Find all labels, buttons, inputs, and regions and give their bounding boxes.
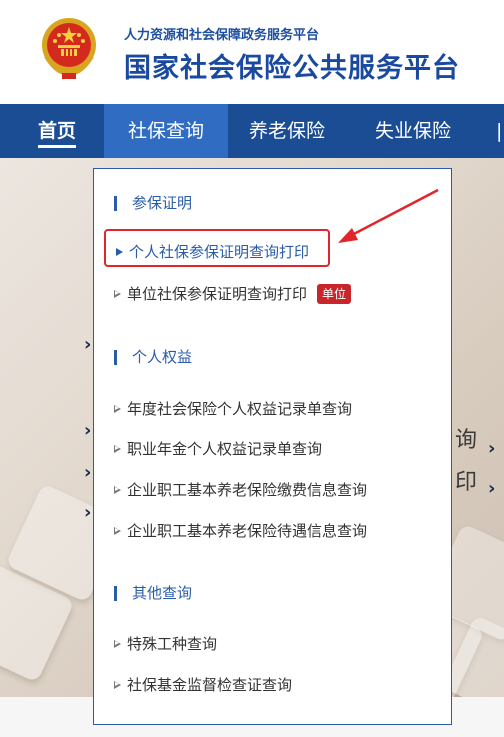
employer-badge: 单位 [317, 283, 352, 304]
main-nav: 首页 社保查询 养老保险 失业保险 | [0, 104, 504, 158]
banner-chevron-icon: › [84, 334, 92, 355]
section-title: 参保证明 [132, 194, 193, 212]
triangle-right-outline-icon [114, 526, 121, 535]
triangle-right-outline-icon [114, 485, 121, 494]
menu-item-fund-supervision-certificate[interactable]: 社保基金监督检查证查询 [114, 674, 292, 696]
section-marker [114, 350, 117, 365]
menu-item-label: 职业年金个人权益记录单查询 [127, 440, 323, 458]
social-security-query-dropdown: 参保证明 个人社保参保证明查询打印 单位社保参保证明查询打印 单位 个人权益 年度… [93, 168, 452, 725]
menu-item-annual-rights-record[interactable]: 年度社会保险个人权益记录单查询 [114, 398, 352, 420]
menu-item-label: 年度社会保险个人权益记录单查询 [127, 400, 353, 418]
menu-item-label: 个人社保参保证明查询打印 [129, 243, 310, 261]
nav-more-indicator[interactable]: | [496, 104, 502, 158]
banner-chevron-icon: › [84, 462, 92, 483]
menu-item-occupational-annuity-record[interactable]: 职业年金个人权益记录单查询 [114, 438, 322, 460]
national-emblem-icon [42, 18, 96, 79]
section-marker [114, 196, 117, 211]
section-title: 个人权益 [132, 348, 193, 366]
triangle-right-outline-icon [114, 680, 121, 689]
banner-chevron-icon: › [84, 502, 92, 523]
nav-home-underline [38, 145, 77, 148]
nav-home[interactable]: 首页 [38, 104, 77, 158]
banner-chevron-icon: › [488, 478, 496, 499]
nav-unemployment-insurance[interactable]: 失业保险 [375, 104, 451, 158]
triangle-right-outline-icon [114, 404, 121, 413]
menu-item-special-job-type[interactable]: 特殊工种查询 [114, 633, 217, 655]
banner-chevron-icon: › [84, 420, 92, 441]
menu-item-personal-certificate-print[interactable]: 个人社保参保证明查询打印 [116, 241, 309, 263]
banner-chevron-icon: › [488, 438, 496, 459]
menu-item-employer-certificate-print[interactable]: 单位社保参保证明查询打印 单位 [114, 283, 352, 305]
banner-text-fragment: 询 [455, 428, 478, 453]
menu-item-label: 企业职工基本养老保险缴费信息查询 [127, 481, 368, 499]
nav-home-label: 首页 [38, 120, 77, 142]
menu-item-pension-benefit-info[interactable]: 企业职工基本养老保险待遇信息查询 [114, 520, 367, 542]
site-subtitle: 人力资源和社会保障政务服务平台 [124, 28, 320, 43]
menu-item-label: 特殊工种查询 [127, 635, 218, 653]
section-title: 其他查询 [132, 584, 193, 602]
nav-pension-insurance[interactable]: 养老保险 [249, 104, 325, 158]
menu-item-label: 企业职工基本养老保险待遇信息查询 [127, 522, 368, 540]
triangle-right-outline-icon [114, 639, 121, 648]
menu-item-pension-payment-info[interactable]: 企业职工基本养老保险缴费信息查询 [114, 479, 367, 501]
menu-item-label: 社保基金监督检查证查询 [127, 676, 293, 694]
banner-text-fragment: 印 [455, 470, 478, 495]
triangle-right-outline-icon [114, 289, 121, 298]
site-title: 国家社会保险公共服务平台 [124, 53, 460, 84]
menu-item-label: 单位社保参保证明查询打印 [127, 285, 308, 303]
section-marker [114, 586, 117, 601]
site-header: 人力资源和社会保障政务服务平台 国家社会保险公共服务平台 [0, 0, 504, 104]
nav-social-security-query[interactable]: 社保查询 [104, 104, 228, 158]
triangle-right-outline-icon [114, 444, 121, 453]
triangle-right-icon [116, 247, 123, 256]
